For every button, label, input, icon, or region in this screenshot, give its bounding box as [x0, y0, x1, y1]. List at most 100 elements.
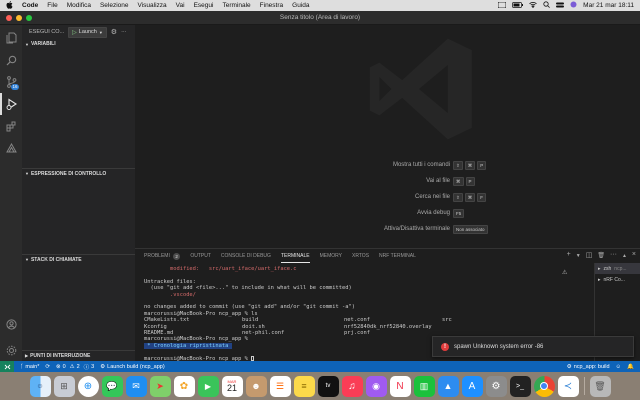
more-actions-icon[interactable]: ··· [121, 29, 127, 35]
source-control-icon[interactable]: 16 [0, 71, 22, 93]
build-task-indicator[interactable]: ⚙ ncp_app: build [567, 364, 610, 370]
tab-debug-console[interactable]: CONSOLE DI DEBUG [221, 249, 271, 263]
tab-problems[interactable]: PROBLEMI 2 [144, 249, 181, 263]
shortcut-show-commands: Mostra tutti i comandi ⇧ ⌘ P [393, 160, 487, 170]
branch-indicator[interactable]: ᚴ main* [20, 364, 39, 370]
spotlight-icon[interactable] [543, 1, 551, 10]
tab-debug-console-label: CONSOLE DI DEBUG [220, 253, 271, 259]
warning-icon[interactable]: ⚠ [562, 269, 567, 276]
run-debug-icon[interactable] [0, 93, 22, 115]
ls-cell: net-phil.conf [242, 330, 285, 337]
explorer-icon[interactable] [0, 27, 22, 49]
key-f5: F5 [453, 208, 465, 218]
status-bar: ᚴ main* ⟳ ⊗ 0 ⚠ 2 ⓘ 3 ⚙ Launch build (ncp_app… [0, 361, 640, 372]
section-breakpoints[interactable]: ▶ PUNTI DI INTERRUZIONE [22, 350, 135, 360]
zoom-window-button[interactable] [26, 15, 32, 21]
terminal-list-item-zsh[interactable]: ▸ zsh ncp... [595, 263, 640, 274]
tab-memory[interactable]: MEMORY [320, 249, 342, 263]
settings-gear-icon[interactable] [0, 339, 22, 361]
control-center-icon[interactable] [556, 2, 565, 10]
editor-area[interactable]: Mostra tutti i comandi ⇧ ⌘ P Vai al file ⌘… [135, 25, 640, 248]
menu-modifica[interactable]: Modifica [67, 2, 91, 9]
menu-app-name[interactable]: Code [22, 2, 38, 9]
terminal-cursor [251, 355, 255, 361]
chrome-icon[interactable] [533, 375, 555, 397]
minimize-window-button[interactable] [16, 15, 22, 21]
vscode-icon[interactable]: ≺ [557, 375, 579, 397]
chevron-down-icon[interactable]: ▼ [576, 253, 581, 259]
sync-icon[interactable]: ⟳ [45, 364, 50, 370]
menu-esegui[interactable]: Esegui [194, 2, 214, 9]
menu-vai[interactable]: Vai [176, 2, 185, 9]
new-terminal-plus-icon[interactable]: + [567, 251, 571, 259]
numbers-icon[interactable]: ▥ [413, 375, 435, 397]
problems-indicator[interactable]: ⊗ 0 ⚠ 2 ⓘ 3 [56, 363, 94, 371]
news-icon[interactable]: N [389, 375, 411, 397]
menu-terminale[interactable]: Terminale [222, 2, 250, 9]
reminders-icon[interactable]: ☰ [269, 375, 291, 397]
menu-finestra[interactable]: Finestra [260, 2, 283, 9]
finder-icon[interactable]: ☺ [29, 375, 51, 397]
notifications-bell-icon[interactable]: 🔔 [627, 364, 634, 370]
launchpad-icon[interactable]: ⊞ [53, 375, 75, 397]
section-watch[interactable]: ▼ ESPRESSIONE DI CONTROLLO [22, 168, 135, 178]
notification-message: spawn Unknown system error -86 [454, 343, 544, 350]
music-icon[interactable]: ♫ [341, 375, 363, 397]
kill-terminal-trash-icon[interactable]: 🗑 [597, 252, 605, 259]
close-panel-icon[interactable]: × [632, 251, 636, 259]
start-debug-icon[interactable]: ▷ [72, 29, 77, 36]
maximize-panel-icon[interactable]: ▲ [622, 253, 627, 259]
section-call-stack[interactable]: ▼ STACK DI CHIAMATE [22, 254, 135, 264]
split-terminal-icon[interactable]: ◫ [586, 251, 593, 259]
tab-xrtos[interactable]: XRTOS [352, 249, 369, 263]
menubar-datetime[interactable]: Mar 21 mar 18:11 [583, 2, 634, 9]
nrf-connect-icon[interactable] [0, 137, 22, 159]
settings-icon[interactable]: ⚙ [485, 375, 507, 397]
contacts-icon[interactable]: ☻ [245, 375, 267, 397]
shortcut-label: Avvia debug [417, 210, 450, 216]
build-task-label: ncp_app: build [573, 363, 610, 370]
menu-selezione[interactable]: Selezione [100, 2, 129, 9]
notes-icon[interactable]: ≡ [293, 375, 315, 397]
battery-icon[interactable] [512, 1, 524, 10]
tab-terminal[interactable]: TERMINALE [280, 249, 310, 263]
tab-output[interactable]: OUTPUT [190, 249, 211, 263]
trash-icon[interactable]: 🗑 [589, 375, 611, 397]
remote-indicator-icon[interactable] [0, 361, 14, 372]
launch-config-dropdown[interactable]: ▷ Launch ▼ [68, 26, 107, 38]
accounts-icon[interactable] [0, 313, 22, 335]
app-store-icon[interactable]: A [461, 375, 483, 397]
more-actions-icon[interactable]: ··· [610, 251, 617, 259]
wifi-icon[interactable] [529, 1, 537, 10]
podcasts-icon[interactable]: ◉ [365, 375, 387, 397]
shortcut-label: Attiva/Disattiva terminale [383, 226, 450, 232]
close-window-button[interactable] [6, 15, 12, 21]
menu-guida[interactable]: Guida [292, 2, 309, 9]
keynote-icon[interactable]: ▲ [437, 375, 459, 397]
feedback-icon[interactable]: ☺ [616, 364, 622, 370]
siri-icon[interactable] [570, 1, 577, 10]
window-titlebar: Senza titolo (Area di lavoro) [0, 11, 640, 25]
photos-icon[interactable]: ✿ [173, 375, 195, 397]
launch-task-indicator[interactable]: ⚙ Launch build (ncp_app) [100, 364, 164, 370]
menu-visualizza[interactable]: Visualizza [138, 2, 167, 9]
maps-icon[interactable]: ➤ [149, 375, 171, 397]
vscode-watermark-logo [369, 38, 472, 140]
calendar-icon[interactable]: MAR 21 [221, 375, 243, 397]
facetime-icon[interactable]: ▶ [197, 375, 219, 397]
open-launch-json-gear-icon[interactable]: ⚙ [111, 28, 117, 36]
error-notification[interactable]: ! spawn Unknown system error -86 [432, 336, 634, 357]
mail-icon[interactable]: ✉ [125, 375, 147, 397]
apple-icon[interactable] [6, 0, 13, 11]
messages-icon[interactable]: 💬 [101, 375, 123, 397]
apple-tv-icon[interactable]: tv [317, 375, 339, 397]
status-menu-icon[interactable] [497, 1, 507, 10]
terminal-app-icon[interactable]: >_ [509, 375, 531, 397]
extensions-icon[interactable] [0, 115, 22, 137]
menu-file[interactable]: File [47, 2, 57, 9]
tab-nrf-terminal[interactable]: NRF TERMINAL [379, 249, 416, 263]
safari-icon[interactable]: ⊕ [77, 375, 99, 397]
section-variabili[interactable]: ▼ VARIABILI [22, 39, 135, 49]
search-icon[interactable] [0, 49, 22, 71]
terminal-list-item-nrf[interactable]: ▸ nRF Co... [595, 274, 640, 285]
